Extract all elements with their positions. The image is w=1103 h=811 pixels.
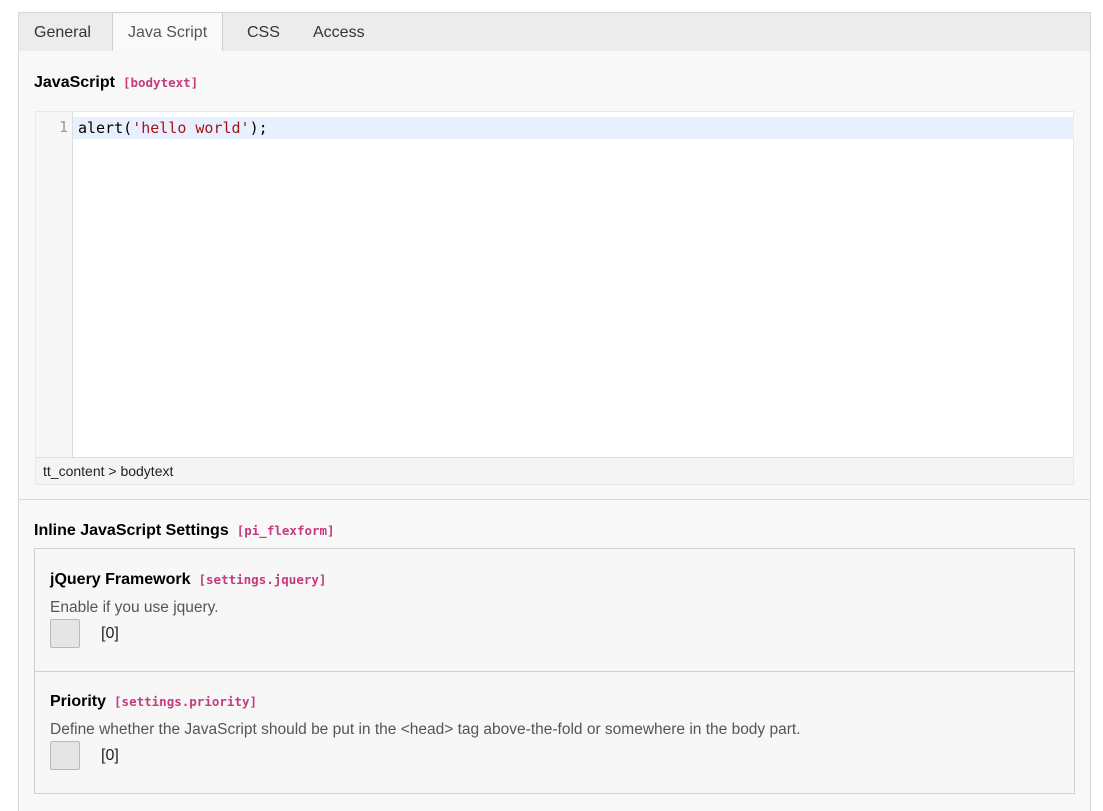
priority-checkbox[interactable] — [50, 741, 80, 770]
line-number: 1 — [58, 118, 68, 136]
jquery-setting-key: [settings.jquery] — [198, 572, 327, 587]
code-token-punctuation: ); — [249, 119, 268, 137]
editor-status-path: tt_content > bodytext — [36, 457, 1073, 484]
inline-settings-heading: Inline JavaScript Settings [pi_flexform] — [34, 522, 335, 540]
tab-access[interactable]: Access — [298, 13, 380, 52]
tab-bar: General Java Script CSS Access — [18, 12, 1091, 53]
priority-setting-description: Define whether the JavaScript should be … — [50, 721, 801, 738]
inline-settings-key: [pi_flexform] — [236, 523, 335, 538]
priority-setting-key: [settings.priority] — [114, 694, 258, 709]
tab-general[interactable]: General — [19, 13, 106, 52]
priority-value: [0] — [101, 747, 119, 764]
code-editor[interactable]: 1 alert('hello world'); tt_content > bod… — [35, 111, 1074, 485]
flexform-container: jQuery Framework [settings.jquery] Enable… — [34, 548, 1075, 794]
jquery-setting-description: Enable if you use jquery. — [50, 599, 219, 616]
jquery-value: [0] — [101, 625, 119, 642]
jquery-checkbox[interactable] — [50, 619, 80, 648]
inline-settings-label: Inline JavaScript Settings — [34, 522, 229, 539]
javascript-field-heading: JavaScript [bodytext] — [34, 74, 198, 92]
code-token-function: alert( — [78, 119, 133, 137]
javascript-field-label: JavaScript — [34, 74, 115, 91]
tab-css[interactable]: CSS — [232, 13, 295, 52]
line-number-gutter: 1 — [36, 112, 73, 457]
jquery-setting-label: jQuery Framework — [50, 571, 191, 588]
priority-setting-label: Priority — [50, 693, 107, 710]
section-divider — [19, 499, 1090, 500]
tab-java-script[interactable]: Java Script — [112, 12, 224, 53]
code-line-active[interactable]: alert('hello world'); — [73, 117, 1074, 139]
javascript-field-key: [bodytext] — [122, 75, 199, 90]
priority-setting-heading: Priority [settings.priority] — [50, 693, 257, 711]
code-token-string: 'hello world' — [132, 119, 250, 137]
setting-row-divider — [35, 671, 1074, 672]
jquery-setting-heading: jQuery Framework [settings.jquery] — [50, 571, 326, 589]
